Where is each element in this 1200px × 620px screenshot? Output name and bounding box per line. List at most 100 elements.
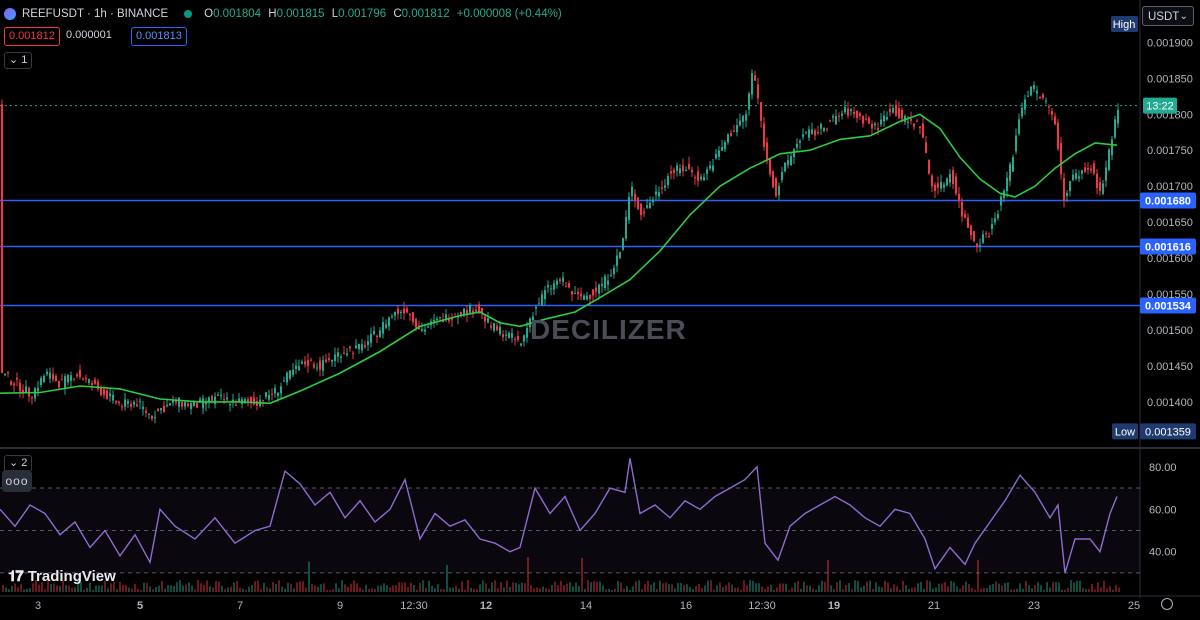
volume-bar: [731, 584, 733, 592]
candle-body: [136, 404, 138, 407]
candle-body: [1087, 167, 1089, 170]
price-chart-svg[interactable]: 0.001680 0.001616 0.001534 0.001900 0.001850…: [0, 0, 1200, 615]
buy-price-button[interactable]: 0.001813: [131, 27, 187, 46]
candle-body: [1111, 139, 1113, 156]
volume-bar: [770, 584, 772, 592]
candle-body: [187, 403, 189, 406]
candle-body: [73, 378, 75, 380]
candle-body: [79, 369, 81, 377]
candle-body: [928, 160, 930, 174]
volume-bar: [542, 586, 544, 592]
candle-body: [592, 289, 594, 296]
volume-bar: [659, 580, 661, 592]
candle-body: [157, 408, 159, 411]
candle-body: [898, 107, 900, 119]
volume-bar: [1076, 580, 1078, 592]
candle-body: [721, 146, 723, 151]
volume-bar: [1004, 582, 1006, 592]
candle-body: [181, 402, 183, 407]
volume-bar: [902, 580, 904, 592]
candle-body: [508, 333, 510, 339]
candle-body: [1051, 111, 1053, 115]
candle-body: [82, 378, 84, 380]
gear-icon[interactable]: [1161, 598, 1173, 610]
volume-bar: [167, 585, 169, 592]
volume-bar: [1001, 585, 1003, 592]
sell-price-button[interactable]: 0.001812: [4, 27, 60, 46]
price-tick-label: 0.001750: [1147, 145, 1193, 157]
volume-bar: [95, 585, 97, 592]
candle-body: [1027, 95, 1029, 97]
candle-body: [148, 413, 150, 415]
candle-body: [640, 203, 642, 216]
symbol-label[interactable]: REEFUSDT · 1h · BINANCE: [22, 8, 168, 20]
candle-body: [106, 390, 108, 400]
candle-body: [151, 415, 153, 419]
candle-body: [349, 346, 351, 349]
volume-bar: [503, 587, 505, 592]
volume-bar: [209, 586, 211, 592]
candle-body: [1042, 94, 1044, 98]
volume-bar: [905, 585, 907, 592]
time-tick-label: 12: [480, 600, 492, 612]
level-price-label: 0.001534: [1145, 301, 1192, 313]
pane-1-collapse-button[interactable]: ⌄ 1: [4, 52, 33, 69]
volume-bar: [410, 582, 412, 592]
volume-bar: [329, 589, 331, 592]
candle-body: [1018, 119, 1020, 134]
volume-bar: [965, 581, 967, 592]
candle-body: [382, 322, 384, 334]
candle-body: [646, 205, 648, 208]
volume-bar: [482, 580, 484, 592]
volume-bar: [461, 581, 463, 592]
volume-bar: [599, 581, 601, 592]
volume-bar: [353, 580, 355, 592]
volume-bar: [680, 583, 682, 592]
volume-bar: [125, 585, 127, 592]
tradingview-logo[interactable]: 𝟏𝟕 TradingView: [8, 568, 116, 585]
currency-select[interactable]: USDT ⌄: [1142, 6, 1194, 26]
volume-bar: [743, 580, 745, 592]
candle-body: [292, 369, 294, 375]
candle-body: [1021, 107, 1023, 117]
chart-area[interactable]: 0.001680 0.001616 0.001534 0.001900 0.001850…: [0, 0, 1200, 615]
candle-body: [910, 118, 912, 121]
time-tick-label: 23: [1028, 600, 1040, 612]
candle-body: [1078, 176, 1080, 179]
time-tick-label: 25: [1128, 600, 1140, 612]
candle-body: [622, 237, 624, 250]
volume-bar: [635, 581, 637, 592]
volume-bar: [833, 589, 835, 592]
volume-bar: [710, 580, 712, 592]
spread-value: 0.000001: [66, 29, 112, 41]
volume-bar: [737, 587, 739, 592]
candle-body: [523, 335, 525, 342]
volume-bar: [836, 582, 838, 592]
more-options-button[interactable]: ooo: [2, 470, 32, 492]
volume-bar: [278, 580, 280, 592]
volume-bar: [1025, 580, 1027, 592]
volume-bar: [953, 582, 955, 592]
volume-bar: [164, 588, 166, 592]
volume-bar: [761, 586, 763, 592]
candle-body: [892, 108, 894, 113]
volume-bar: [977, 559, 979, 592]
candle-body: [544, 290, 546, 300]
volume-bar: [1085, 588, 1087, 592]
volume-bar: [602, 585, 604, 592]
time-tick-label: 5: [137, 600, 143, 612]
volume-bar: [887, 582, 889, 592]
candle-body: [805, 131, 807, 133]
price-tick-label: 0.001850: [1147, 73, 1193, 85]
candle-body: [1030, 86, 1032, 96]
candle-body: [88, 379, 90, 383]
chart-header: REEFUSDT · 1h · BINANCE O0.001804 H0.001…: [4, 8, 562, 20]
candle-body: [1048, 106, 1050, 108]
volume-bar: [269, 588, 271, 592]
candle-body: [355, 345, 357, 349]
volume-bar: [653, 582, 655, 592]
candle-body: [304, 361, 306, 365]
volume-bar: [323, 583, 325, 592]
volume-bar: [830, 585, 832, 592]
volume-bar: [734, 587, 736, 592]
